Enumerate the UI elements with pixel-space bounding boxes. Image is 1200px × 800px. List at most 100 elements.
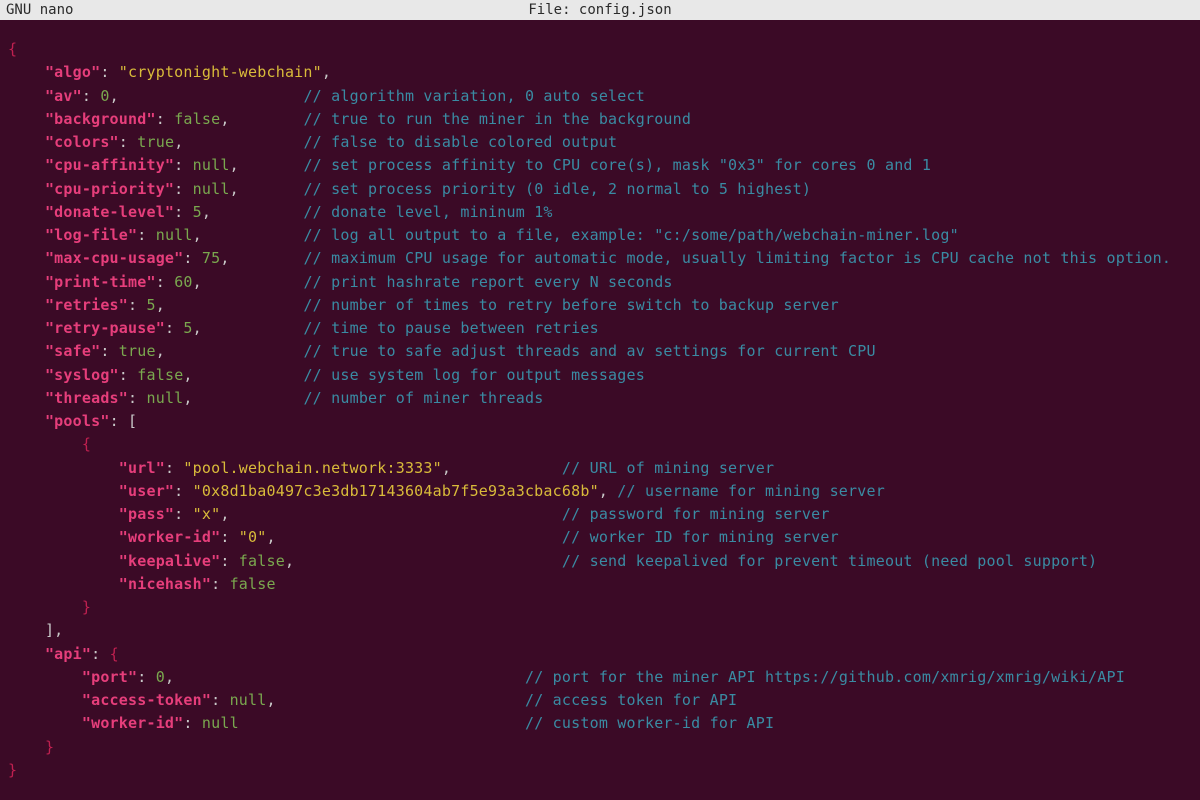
editor-viewport[interactable]: { "algo": "cryptonight-webchain", "av": … xyxy=(0,20,1200,790)
pool-field-url: "url": "pool.webchain.network:3333", // … xyxy=(8,457,1192,480)
colon: : xyxy=(128,389,146,407)
comment: // access token for API xyxy=(525,691,737,709)
json-key: "cpu-affinity" xyxy=(45,156,174,174)
colon: : xyxy=(174,505,192,523)
pools-close: ], xyxy=(8,619,1192,642)
json-value: "0x8d1ba0497c3e3db17143604ab7f5e93a3cbac… xyxy=(193,482,599,500)
json-key: "colors" xyxy=(45,133,119,151)
json-key: "threads" xyxy=(45,389,128,407)
api-close: } xyxy=(8,736,1192,759)
colon: : xyxy=(174,156,192,174)
json-value: false xyxy=(239,552,285,570)
comment: // username for mining server xyxy=(617,482,885,500)
nano-titlebar: GNU nano File: config.json xyxy=(0,0,1200,20)
comment: // use system log for output messages xyxy=(303,366,645,384)
comment: // true to safe adjust threads and av se… xyxy=(303,342,875,360)
json-value: 60 xyxy=(174,273,192,291)
colon: : xyxy=(165,319,183,337)
pool-field-worker: "worker-id": "0", // worker ID for minin… xyxy=(8,526,1192,549)
comma: , xyxy=(202,203,211,221)
json-key: "retries" xyxy=(45,296,128,314)
json-value: 0 xyxy=(156,668,165,686)
colon: : xyxy=(211,691,229,709)
colon: : xyxy=(156,273,174,291)
json-value: "0" xyxy=(239,528,267,546)
json-key: "keepalive" xyxy=(119,552,221,570)
comment: // number of miner threads xyxy=(303,389,543,407)
json-key: "print-time" xyxy=(45,273,156,291)
comma: , xyxy=(267,528,276,546)
colon: : xyxy=(119,366,137,384)
json-value: null xyxy=(156,226,193,244)
field-background: "background": false, // true to run the … xyxy=(8,108,1192,131)
colon: : xyxy=(211,575,229,593)
comment: // number of times to retry before switc… xyxy=(303,296,838,314)
colon: : xyxy=(174,203,192,221)
json-key: "background" xyxy=(45,110,156,128)
colon: : xyxy=(110,412,128,430)
field-log_file: "log-file": null, // log all output to a… xyxy=(8,224,1192,247)
pool-field-user: "user": "0x8d1ba0497c3e3db17143604ab7f5e… xyxy=(8,480,1192,503)
field-cpu_priority: "cpu-priority": null, // set process pri… xyxy=(8,178,1192,201)
api-field-token: "access-token": null, // access token fo… xyxy=(8,689,1192,712)
comma: , xyxy=(220,110,229,128)
brace-open: { xyxy=(8,38,1192,61)
json-key: "algo" xyxy=(45,63,100,81)
json-value: "cryptonight-webchain" xyxy=(119,63,322,81)
json-key: "port" xyxy=(82,668,137,686)
comma: , xyxy=(599,482,608,500)
bracket-close: ] xyxy=(45,621,54,639)
comma: , xyxy=(174,133,183,151)
json-key: "pools" xyxy=(45,412,110,430)
comment: // true to run the miner in the backgrou… xyxy=(303,110,691,128)
json-value: null xyxy=(230,691,267,709)
comma: , xyxy=(193,273,202,291)
field-pools: "pools": [ xyxy=(8,410,1192,433)
json-key: "max-cpu-usage" xyxy=(45,249,183,267)
colon: : xyxy=(183,714,201,732)
json-value: false xyxy=(230,575,276,593)
field-retry_pause: "retry-pause": 5, // time to pause betwe… xyxy=(8,317,1192,340)
json-key: "pass" xyxy=(119,505,174,523)
pool-object-close: } xyxy=(8,596,1192,619)
brace-close: } xyxy=(8,759,1192,782)
comma: , xyxy=(220,505,229,523)
colon: : xyxy=(220,552,238,570)
pool-object-open: { xyxy=(8,433,1192,456)
json-key: "cpu-priority" xyxy=(45,180,174,198)
pool-field-keepalive: "keepalive": false, // send keepalived f… xyxy=(8,550,1192,573)
comment: // false to disable colored output xyxy=(303,133,617,151)
json-value: 5 xyxy=(193,203,202,221)
json-key: "url" xyxy=(119,459,165,477)
json-value: null xyxy=(193,180,230,198)
field-syslog: "syslog": false, // use system log for o… xyxy=(8,364,1192,387)
comment: // send keepalived for prevent timeout (… xyxy=(562,552,1097,570)
colon: : xyxy=(156,110,174,128)
json-key: "worker-id" xyxy=(119,528,221,546)
comment: // worker ID for mining server xyxy=(562,528,839,546)
json-key: "api" xyxy=(45,645,91,663)
json-key: "retry-pause" xyxy=(45,319,165,337)
colon: : xyxy=(165,459,183,477)
colon: : xyxy=(100,342,118,360)
field-retries: "retries": 5, // number of times to retr… xyxy=(8,294,1192,317)
json-value: false xyxy=(137,366,183,384)
comment: // time to pause between retries xyxy=(303,319,598,337)
json-key: "donate-level" xyxy=(45,203,174,221)
json-value: 5 xyxy=(146,296,155,314)
brace-open: { xyxy=(110,645,119,663)
json-value: 75 xyxy=(202,249,220,267)
json-key: "av" xyxy=(45,87,82,105)
comma: , xyxy=(193,226,202,244)
colon: : xyxy=(137,668,155,686)
json-key: "syslog" xyxy=(45,366,119,384)
comma: , xyxy=(156,342,165,360)
json-value: true xyxy=(137,133,174,151)
comma: , xyxy=(442,459,451,477)
json-key: "nicehash" xyxy=(119,575,211,593)
json-value: 5 xyxy=(183,319,192,337)
field-threads: "threads": null, // number of miner thre… xyxy=(8,387,1192,410)
colon: : xyxy=(183,249,201,267)
api-field-port: "port": 0, // port for the miner API htt… xyxy=(8,666,1192,689)
comma: , xyxy=(322,63,331,81)
